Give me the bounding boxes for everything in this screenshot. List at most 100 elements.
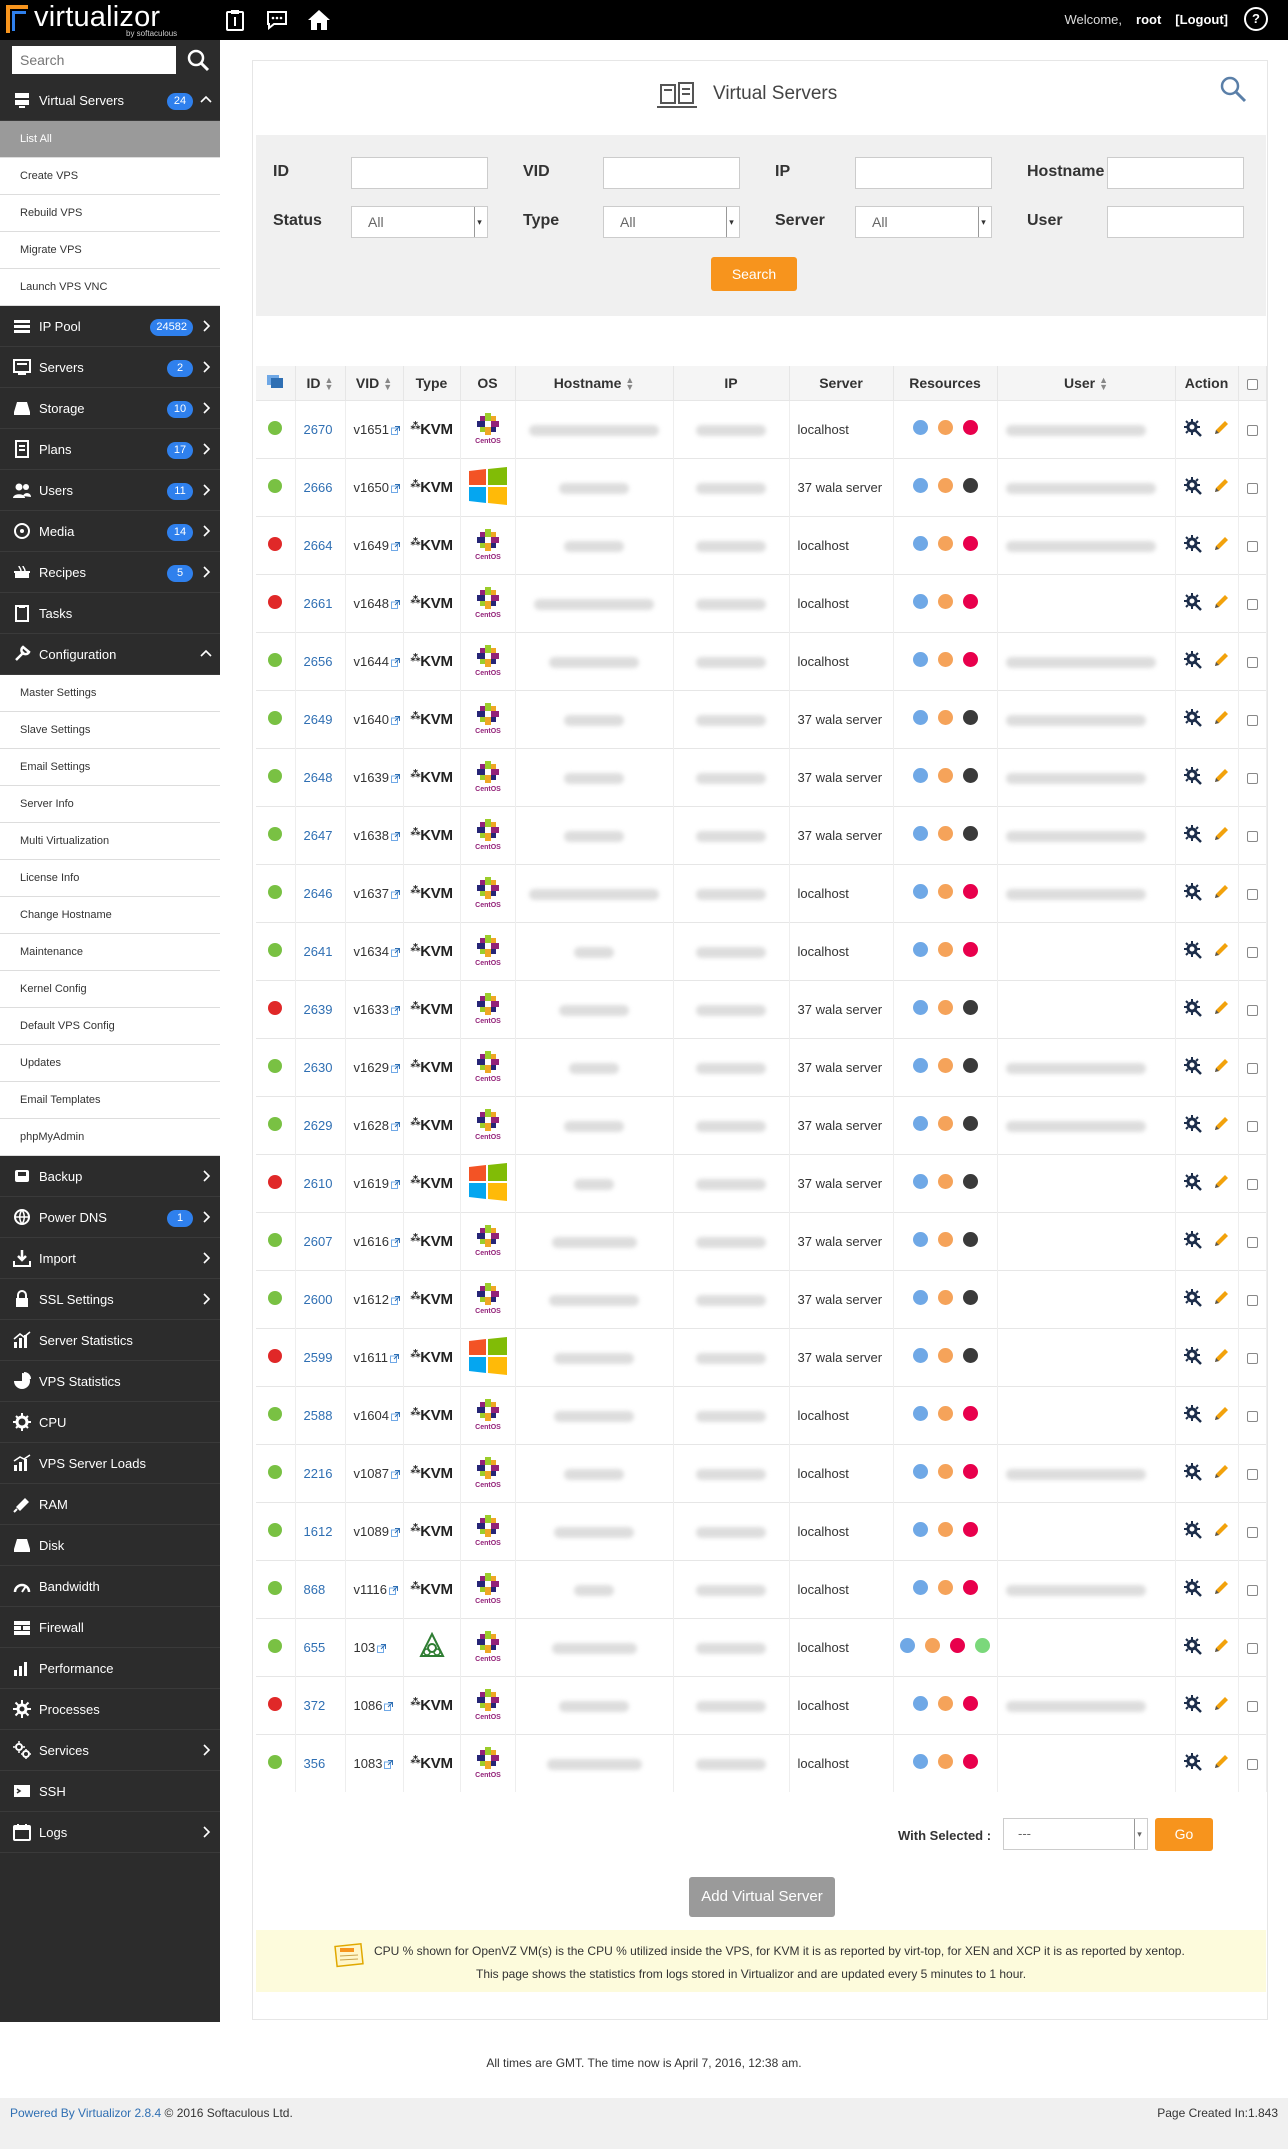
filter-id-input[interactable] bbox=[351, 157, 488, 189]
sidebar-item-configuration[interactable]: Configuration bbox=[0, 634, 220, 675]
manage-gear-icon[interactable] bbox=[1183, 1288, 1202, 1307]
external-link-icon[interactable] bbox=[390, 715, 400, 725]
external-link-icon[interactable] bbox=[390, 831, 400, 841]
resource-indicator-icon[interactable] bbox=[937, 1406, 953, 1421]
manage-gear-icon[interactable] bbox=[1183, 1520, 1202, 1539]
resource-indicator-icon[interactable] bbox=[912, 1522, 928, 1537]
sidebar-item-ssl-settings[interactable]: SSL Settings bbox=[0, 1279, 220, 1320]
external-link-icon[interactable] bbox=[389, 1585, 398, 1595]
resource-indicator-icon[interactable] bbox=[962, 536, 978, 551]
filter-ip-input[interactable] bbox=[855, 157, 992, 189]
row-checkbox[interactable] bbox=[1246, 946, 1258, 958]
resource-indicator-icon[interactable] bbox=[937, 536, 953, 551]
go-button[interactable]: Go bbox=[1155, 1818, 1213, 1851]
vps-id-link[interactable]: 2646 bbox=[304, 886, 333, 901]
manage-gear-icon[interactable] bbox=[1183, 998, 1202, 1017]
resource-indicator-icon[interactable] bbox=[962, 1232, 978, 1247]
sort-icon[interactable]: ▲ ▼ bbox=[325, 375, 334, 391]
resource-indicator-icon[interactable] bbox=[950, 1638, 965, 1653]
resource-indicator-icon[interactable] bbox=[937, 1580, 953, 1595]
sidebar-item-logs[interactable]: Logs bbox=[0, 1812, 220, 1853]
submenu-list-all[interactable]: List All bbox=[0, 121, 220, 158]
chevron-right-icon[interactable] bbox=[200, 483, 212, 497]
row-checkbox[interactable] bbox=[1246, 1236, 1258, 1248]
edit-pencil-icon[interactable] bbox=[1212, 709, 1230, 727]
sidebar-item-ssh[interactable]: SSH bbox=[0, 1771, 220, 1812]
sidebar-item-firewall[interactable]: Firewall bbox=[0, 1607, 220, 1648]
sidebar-item-processes[interactable]: Processes bbox=[0, 1689, 220, 1730]
resource-indicator-icon[interactable] bbox=[925, 1638, 940, 1653]
submenu-email-templates[interactable]: Email Templates bbox=[0, 1082, 220, 1119]
edit-pencil-icon[interactable] bbox=[1212, 999, 1230, 1017]
manage-gear-icon[interactable] bbox=[1183, 1114, 1202, 1133]
resource-indicator-icon[interactable] bbox=[962, 942, 978, 957]
external-link-icon[interactable] bbox=[390, 1527, 400, 1537]
resource-indicator-icon[interactable] bbox=[900, 1638, 915, 1653]
vps-id-link[interactable]: 655 bbox=[304, 1640, 326, 1655]
resource-indicator-icon[interactable] bbox=[937, 1174, 953, 1189]
sidebar-item-plans[interactable]: Plans 17 bbox=[0, 429, 220, 470]
magnifier-icon[interactable] bbox=[1219, 75, 1247, 103]
external-link-icon[interactable] bbox=[390, 483, 400, 493]
logout-link[interactable]: [Logout] bbox=[1175, 12, 1228, 27]
filter-server-select[interactable]: All ▾ bbox=[855, 206, 992, 238]
submenu-migrate-vps[interactable]: Migrate VPS bbox=[0, 232, 220, 269]
row-checkbox[interactable] bbox=[1246, 1468, 1258, 1480]
chevron-right-icon[interactable] bbox=[200, 1251, 212, 1265]
edit-pencil-icon[interactable] bbox=[1212, 1405, 1230, 1423]
resource-indicator-icon[interactable] bbox=[937, 1058, 953, 1073]
resource-indicator-icon[interactable] bbox=[962, 478, 978, 493]
vps-id-link[interactable]: 868 bbox=[304, 1582, 326, 1597]
sort-icon[interactable]: ▲ ▼ bbox=[383, 375, 392, 391]
chevron-right-icon[interactable] bbox=[200, 1292, 212, 1306]
resource-indicator-icon[interactable] bbox=[975, 1638, 990, 1653]
hostname-column-header[interactable]: Hostname ▲ ▼ bbox=[515, 366, 674, 400]
edit-pencil-icon[interactable] bbox=[1212, 941, 1230, 959]
manage-gear-icon[interactable] bbox=[1183, 476, 1202, 495]
edit-pencil-icon[interactable] bbox=[1212, 883, 1230, 901]
resource-indicator-icon[interactable] bbox=[962, 1580, 978, 1595]
sidebar-item-import[interactable]: Import bbox=[0, 1238, 220, 1279]
sidebar-item-server-statistics[interactable]: Server Statistics bbox=[0, 1320, 220, 1361]
resource-indicator-icon[interactable] bbox=[912, 478, 928, 493]
row-checkbox[interactable] bbox=[1246, 772, 1258, 784]
manage-gear-icon[interactable] bbox=[1183, 940, 1202, 959]
resource-indicator-icon[interactable] bbox=[912, 1174, 928, 1189]
row-checkbox[interactable] bbox=[1246, 1758, 1258, 1770]
row-checkbox[interactable] bbox=[1246, 1352, 1258, 1364]
select-all-checkbox[interactable] bbox=[1246, 378, 1258, 390]
vps-id-link[interactable]: 2661 bbox=[304, 596, 333, 611]
resource-indicator-icon[interactable] bbox=[937, 1348, 953, 1363]
vps-id-link[interactable]: 2588 bbox=[304, 1408, 333, 1423]
chevron-right-icon[interactable] bbox=[200, 1210, 212, 1224]
submenu-change-hostname[interactable]: Change Hostname bbox=[0, 897, 220, 934]
manage-gear-icon[interactable] bbox=[1183, 882, 1202, 901]
resource-indicator-icon[interactable] bbox=[962, 1290, 978, 1305]
external-link-icon[interactable] bbox=[390, 1411, 400, 1421]
external-link-icon[interactable] bbox=[390, 1005, 400, 1015]
external-link-icon[interactable] bbox=[390, 599, 400, 609]
external-link-icon[interactable] bbox=[390, 1063, 400, 1073]
manage-gear-icon[interactable] bbox=[1183, 1462, 1202, 1481]
manage-gear-icon[interactable] bbox=[1183, 534, 1202, 553]
resource-indicator-icon[interactable] bbox=[912, 1464, 928, 1479]
clipboard-icon[interactable] bbox=[222, 7, 248, 33]
edit-pencil-icon[interactable] bbox=[1212, 1347, 1230, 1365]
edit-pencil-icon[interactable] bbox=[1212, 1637, 1230, 1655]
chevron-up-icon[interactable] bbox=[200, 93, 212, 107]
row-checkbox[interactable] bbox=[1246, 1526, 1258, 1538]
row-checkbox[interactable] bbox=[1246, 888, 1258, 900]
resource-indicator-icon[interactable] bbox=[912, 942, 928, 957]
resource-indicator-icon[interactable] bbox=[962, 420, 978, 435]
sidebar-item-bandwidth[interactable]: Bandwidth bbox=[0, 1566, 220, 1607]
edit-pencil-icon[interactable] bbox=[1212, 1057, 1230, 1075]
manage-gear-icon[interactable] bbox=[1183, 1172, 1202, 1191]
manage-gear-icon[interactable] bbox=[1183, 1056, 1202, 1075]
resource-indicator-icon[interactable] bbox=[937, 884, 953, 899]
external-link-icon[interactable] bbox=[390, 1179, 400, 1189]
chevron-right-icon[interactable] bbox=[200, 319, 212, 333]
resource-indicator-icon[interactable] bbox=[937, 826, 953, 841]
vps-id-link[interactable]: 2607 bbox=[304, 1234, 333, 1249]
resource-indicator-icon[interactable] bbox=[937, 1696, 953, 1711]
resource-indicator-icon[interactable] bbox=[912, 1696, 928, 1711]
